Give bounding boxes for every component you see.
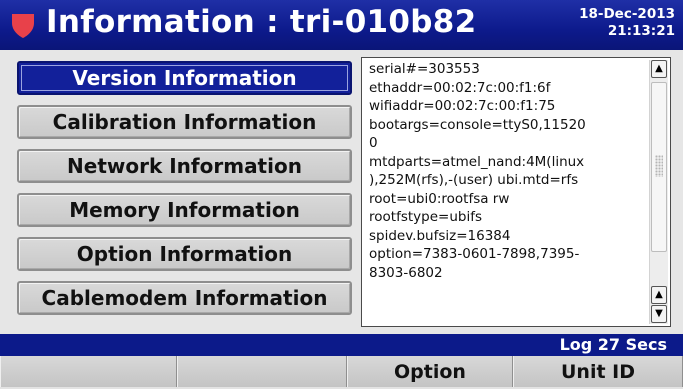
softkey-1[interactable] — [0, 356, 177, 387]
scroll-up-button[interactable]: ▲ — [651, 60, 667, 78]
info-line: ),252M(rfs),-(user) ubi.mtd=rfs — [369, 172, 579, 188]
info-line: option=7383-0601-7898,7395- — [369, 246, 580, 262]
unit-id-softkey[interactable]: Unit ID — [513, 356, 683, 387]
softkey-2[interactable] — [177, 356, 347, 387]
date-text: 18-Dec-2013 — [579, 6, 675, 22]
shield-heart-icon — [12, 14, 34, 38]
scrollbar-thumb[interactable] — [651, 82, 667, 252]
grip-icon — [655, 155, 663, 177]
log-status: Log 27 Secs — [559, 335, 667, 354]
info-text: serial#=303553 ethaddr=00:02:7c:00:f1:6f… — [369, 60, 647, 282]
arrow-down-icon: ▼ — [655, 308, 663, 319]
arrow-up-icon: ▲ — [655, 63, 663, 74]
info-line: serial#=303553 — [369, 61, 480, 77]
version-information-button[interactable]: Version Information — [17, 61, 352, 95]
info-line: mtdparts=atmel_nand:4M(linux — [369, 153, 585, 170]
cablemodem-information-button[interactable]: Cablemodem Information — [17, 281, 352, 315]
info-line: root=ubi0:rootfsa rw — [369, 190, 510, 207]
arrow-up-icon: ▲ — [655, 289, 663, 300]
scrollbar[interactable]: ▲ ▲ ▼ — [649, 60, 668, 324]
status-bar: Log 27 Secs — [0, 334, 683, 356]
main-content: Version Information Calibration Informat… — [0, 50, 683, 334]
info-line: 8303-6802 — [369, 264, 443, 281]
memory-information-button[interactable]: Memory Information — [17, 193, 352, 227]
datetime: 18-Dec-2013 21:13:21 — [565, 6, 675, 40]
time-text: 21:13:21 — [607, 23, 675, 39]
info-line: wifiaddr=00:02:7c:00:f1:75 — [369, 98, 556, 114]
option-softkey[interactable]: Option — [347, 356, 513, 387]
info-line: ethaddr=00:02:7c:00:f1:6f — [369, 79, 551, 96]
title-bar: Information : tri-010b82 18-Dec-2013 21:… — [0, 0, 683, 50]
info-line: spidev.bufsiz=16384 — [369, 227, 511, 244]
calibration-information-button[interactable]: Calibration Information — [17, 105, 352, 139]
info-line: rootfstype=ubifs — [369, 209, 482, 225]
scroll-up-button-lower[interactable]: ▲ — [651, 286, 667, 304]
info-text-panel[interactable]: serial#=303553 ethaddr=00:02:7c:00:f1:6f… — [361, 57, 671, 327]
page-title: Information : tri-010b82 — [46, 4, 477, 40]
option-information-button[interactable]: Option Information — [17, 237, 352, 271]
scroll-down-button[interactable]: ▼ — [651, 305, 667, 323]
network-information-button[interactable]: Network Information — [17, 149, 352, 183]
softkey-bar: Option Unit ID — [0, 356, 683, 387]
info-line: bootargs=console=ttyS0,11520 — [369, 116, 586, 133]
info-line: 0 — [369, 135, 378, 151]
